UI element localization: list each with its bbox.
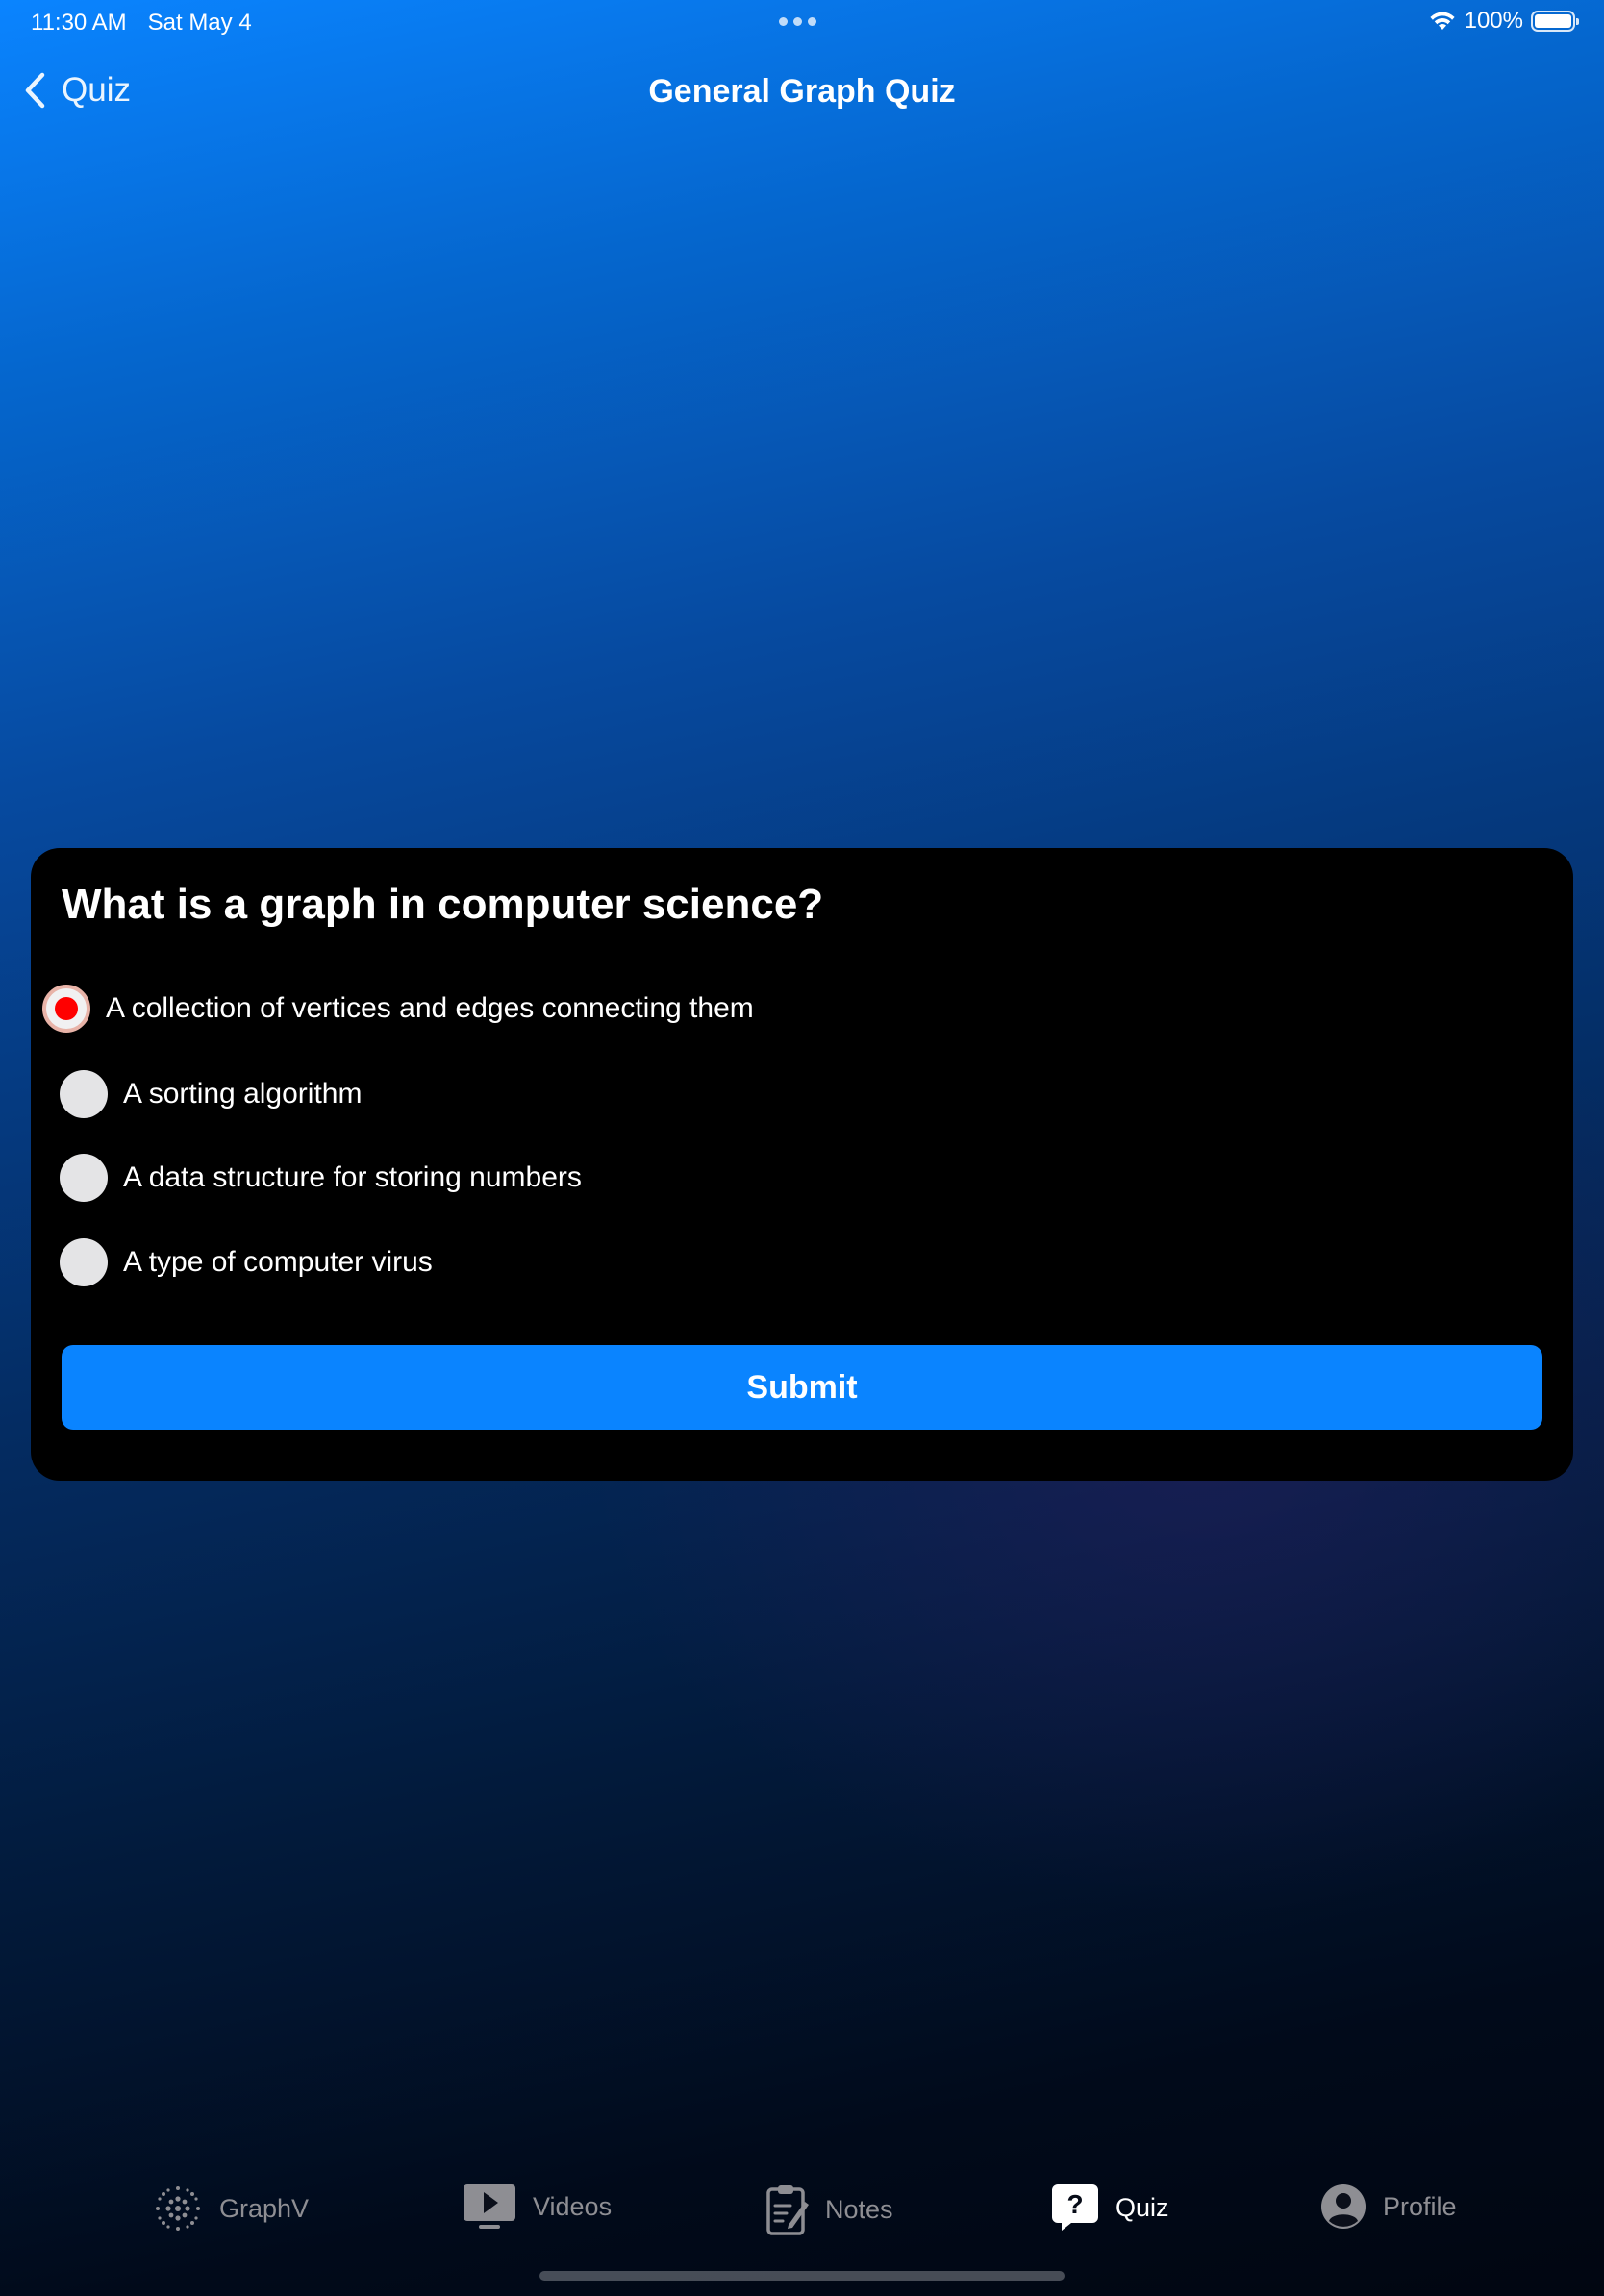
status-left: 11:30 AM Sat May 4 [31, 10, 252, 37]
status-right: 100% [1428, 8, 1579, 35]
tab-profile[interactable]: Profile [1319, 2183, 1457, 2231]
tab-quiz[interactable]: ? Quiz [1050, 2183, 1169, 2233]
tab-label: Notes [825, 2194, 893, 2224]
radio-button[interactable] [60, 1070, 108, 1118]
tab-notes[interactable]: Notes [765, 2183, 893, 2236]
tab-videos[interactable]: Videos [462, 2183, 612, 2231]
status-bar: 11:30 AM Sat May 4 100% [0, 0, 1604, 46]
question-text: What is a graph in computer science? [62, 881, 824, 928]
radio-selected-dot [55, 997, 78, 1020]
page-title: General Graph Quiz [648, 73, 956, 110]
tab-label: Profile [1383, 2191, 1457, 2221]
answer-option-2[interactable]: A sorting algorithm [60, 1070, 362, 1118]
play-screen-icon [464, 2184, 515, 2229]
status-date: Sat May 4 [147, 10, 252, 36]
graph-dots-icon [156, 2186, 200, 2231]
tab-bar: GraphV Videos Notes ? Quiz Profile [0, 2183, 1604, 2250]
radio-button-selected[interactable] [42, 985, 90, 1033]
quiz-card: What is a graph in computer science? A c… [31, 848, 1573, 1481]
tab-label: Quiz [1115, 2192, 1169, 2222]
tab-graphv[interactable]: GraphV [152, 2183, 309, 2234]
answer-option-4[interactable]: A type of computer virus [60, 1238, 433, 1286]
status-time: 11:30 AM [31, 10, 127, 36]
answer-option-label: A type of computer virus [123, 1246, 433, 1278]
answer-option-label: A data structure for storing numbers [123, 1161, 582, 1193]
battery-fill [1535, 14, 1571, 28]
tab-label: Videos [533, 2191, 613, 2221]
answer-option-label: A collection of vertices and edges conne… [106, 992, 754, 1024]
answer-option-label: A sorting algorithm [123, 1078, 363, 1110]
radio-button[interactable] [60, 1154, 108, 1202]
submit-button[interactable]: Submit [62, 1345, 1542, 1430]
answer-option-1[interactable]: A collection of vertices and edges conne… [42, 985, 754, 1033]
tab-label: GraphV [219, 2193, 310, 2223]
battery-percent: 100% [1464, 8, 1523, 34]
home-indicator [539, 2271, 1065, 2281]
battery-icon [1531, 11, 1579, 32]
svg-text:?: ? [1066, 2189, 1083, 2219]
answer-option-3[interactable]: A data structure for storing numbers [60, 1154, 582, 1202]
radio-button[interactable] [60, 1238, 108, 1286]
question-bubble-icon: ? [1052, 2184, 1098, 2231]
wifi-icon [1430, 12, 1455, 30]
clipboard-pencil-icon [766, 2185, 809, 2235]
person-circle-icon [1321, 2184, 1366, 2229]
multitasking-dots-icon[interactable] [779, 17, 816, 26]
